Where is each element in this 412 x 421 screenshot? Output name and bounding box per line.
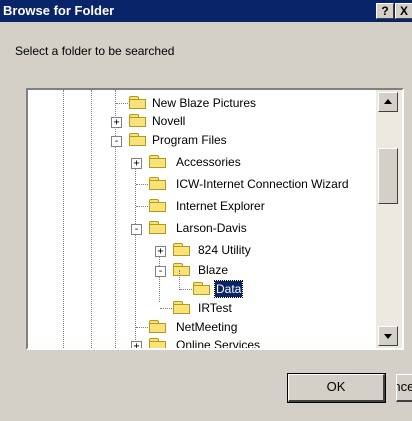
tree-item-new-blaze-pictures[interactable]: New Blaze Pictures xyxy=(28,94,376,114)
tree-item-internet-explorer[interactable]: Internet Explorer xyxy=(28,197,376,217)
folder-icon xyxy=(129,114,147,127)
expand-icon[interactable]: + xyxy=(131,158,142,169)
tree-item-irtest[interactable]: IRTest xyxy=(28,299,376,319)
collapse-icon[interactable]: - xyxy=(131,224,142,235)
tree-item-label: 824 Utility xyxy=(198,243,251,257)
tree-item-data[interactable]: Data xyxy=(28,280,376,300)
tree-item-label: Larson-Davis xyxy=(176,221,247,235)
folder-icon xyxy=(149,199,167,212)
cancel-button[interactable]: Cancel xyxy=(396,374,412,402)
tree-item-label: NetMeeting xyxy=(176,320,238,334)
open-folder-icon xyxy=(193,282,211,295)
tree-item-label: ICW-Internet Connection Wizard xyxy=(176,177,349,191)
tree-item-online-services[interactable]: + Online Services xyxy=(28,336,376,348)
expand-icon[interactable]: + xyxy=(155,246,166,257)
tree-item-blaze[interactable]: - Blaze xyxy=(28,261,376,281)
tree-item-label: Internet Explorer xyxy=(176,199,265,213)
tree-item-larson-davis[interactable]: - Larson-Davis xyxy=(28,219,376,239)
tree-guide-line xyxy=(179,270,180,290)
scroll-thumb[interactable] xyxy=(378,148,398,204)
tree-content: New Blaze Pictures + Novell - Program Fi… xyxy=(28,90,376,348)
tree-item-label-selected: Data xyxy=(213,280,244,298)
window-title: Browse for Folder xyxy=(3,3,115,18)
tree-item-824-utility[interactable]: + 824 Utility xyxy=(28,241,376,261)
tree-item-label: IRTest xyxy=(198,301,232,315)
folder-icon xyxy=(149,177,167,190)
tree-item-label: Online Services xyxy=(176,338,261,348)
expand-icon[interactable]: + xyxy=(111,117,122,128)
folder-icon xyxy=(173,301,191,314)
tree-item-label: Program Files xyxy=(152,133,227,147)
instruction-text: Select a folder to be searched xyxy=(15,44,175,58)
folder-icon xyxy=(149,221,167,234)
tree-item-novell[interactable]: + Novell xyxy=(28,112,376,132)
folder-icon xyxy=(173,263,191,276)
title-bar: Browse for Folder ? X xyxy=(0,0,412,22)
tree-item-label: Blaze xyxy=(198,263,229,277)
close-button[interactable]: X xyxy=(395,3,412,19)
folder-icon xyxy=(129,96,147,109)
scroll-up-button[interactable] xyxy=(378,92,398,112)
folder-tree[interactable]: New Blaze Pictures + Novell - Program Fi… xyxy=(26,88,404,350)
tree-item-label: New Blaze Pictures xyxy=(152,96,257,110)
folder-icon xyxy=(149,338,167,348)
folder-icon xyxy=(149,320,167,333)
tree-item-icw[interactable]: ICW-Internet Connection Wizard xyxy=(28,175,376,195)
tree-item-accessories[interactable]: + Accessories xyxy=(28,153,376,173)
expand-icon[interactable]: + xyxy=(131,341,142,348)
folder-icon xyxy=(149,155,167,168)
arrow-up-icon xyxy=(384,99,392,104)
cancel-label: Cancel xyxy=(397,379,412,394)
collapse-icon[interactable]: - xyxy=(111,136,122,147)
tree-item-label: Accessories xyxy=(176,155,241,169)
collapse-icon[interactable]: - xyxy=(155,266,166,277)
tree-item-program-files[interactable]: - Program Files xyxy=(28,131,376,151)
scroll-down-button[interactable] xyxy=(378,326,398,346)
tree-item-netmeeting[interactable]: NetMeeting xyxy=(28,318,376,338)
help-button[interactable]: ? xyxy=(376,3,394,19)
tree-item-label: Novell xyxy=(152,114,186,128)
folder-icon xyxy=(173,243,191,256)
vertical-scrollbar[interactable] xyxy=(376,90,402,348)
arrow-down-icon xyxy=(384,334,392,339)
folder-icon xyxy=(129,133,147,146)
ok-button[interactable]: OK xyxy=(287,373,386,403)
